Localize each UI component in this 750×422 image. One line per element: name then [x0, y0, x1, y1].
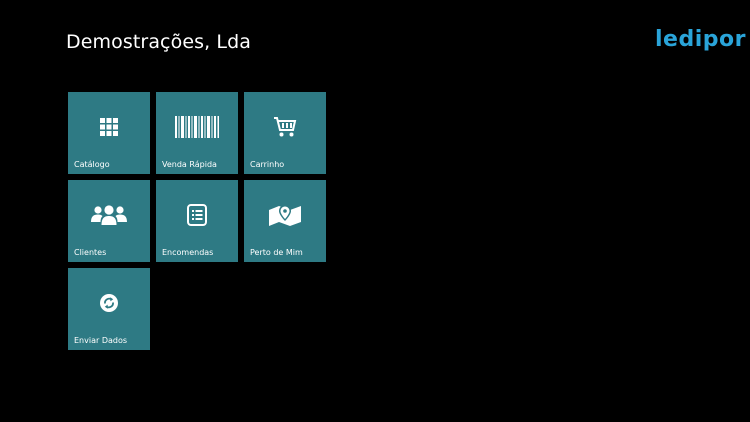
tile-label: Venda Rápida — [162, 160, 217, 169]
tile-label: Perto de Mim — [250, 248, 303, 257]
tile-venda-rapida[interactable]: Venda Rápida — [156, 92, 238, 174]
page-title: Demostrações, Lda — [66, 31, 251, 53]
ledipor-logo: ledipor — [655, 27, 746, 52]
tile-carrinho[interactable]: Carrinho — [244, 92, 326, 174]
app-window: Demostrações, Lda ledipor Catálogo Venda… — [0, 0, 750, 422]
tile-label: Catálogo — [74, 160, 110, 169]
tile-catalogo[interactable]: Catálogo — [68, 92, 150, 174]
tile-encomendas[interactable]: Encomendas — [156, 180, 238, 262]
tile-label: Clientes — [74, 248, 107, 257]
users-icon — [68, 203, 150, 227]
tile-label: Carrinho — [250, 160, 285, 169]
tile-perto-de-mim[interactable]: Perto de Mim — [244, 180, 326, 262]
map-pin-icon — [244, 203, 326, 227]
tile-clientes[interactable]: Clientes — [68, 180, 150, 262]
tile-enviar-dados[interactable]: Enviar Dados — [68, 268, 150, 350]
grid-icon — [68, 115, 150, 139]
sync-icon — [68, 291, 150, 315]
tile-label: Enviar Dados — [74, 336, 128, 345]
barcode-icon — [156, 115, 238, 139]
orders-list-icon — [156, 203, 238, 227]
tile-label: Encomendas — [162, 248, 214, 257]
cart-icon — [244, 115, 326, 139]
